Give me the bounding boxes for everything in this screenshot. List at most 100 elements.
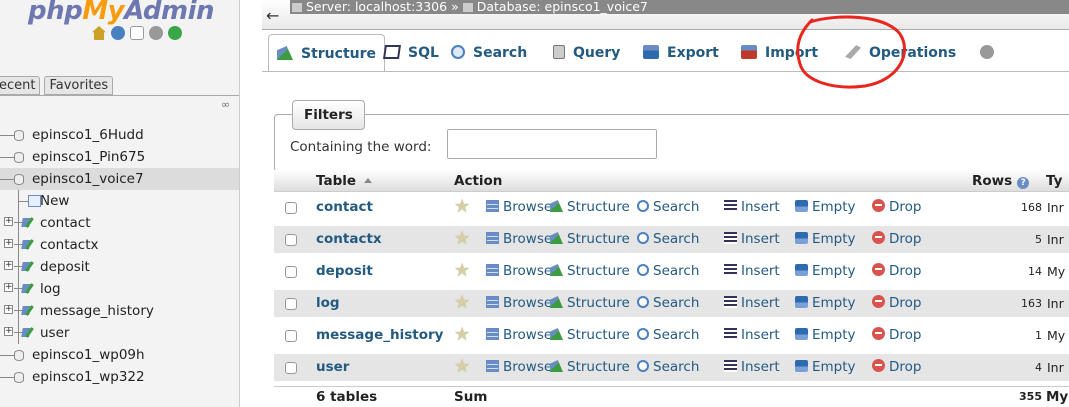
breadcrumb-database[interactable]: Database: epinsco1_voice7 (477, 0, 648, 14)
action-empty[interactable]: Empty (795, 194, 856, 221)
table-name-link[interactable]: deposit (316, 258, 373, 285)
action-empty[interactable]: Empty (795, 322, 856, 349)
action-search[interactable]: Search (637, 290, 699, 317)
action-insert[interactable]: Insert (724, 258, 780, 285)
info-icon[interactable] (111, 26, 125, 40)
action-insert[interactable]: Insert (724, 194, 780, 221)
tab-recent[interactable]: ecent (0, 76, 41, 95)
action-structure[interactable]: Structure (550, 290, 630, 317)
insert-icon (724, 328, 737, 340)
tab-import[interactable]: Import (741, 34, 818, 72)
action-empty[interactable]: Empty (795, 290, 856, 317)
table-name-link[interactable]: message_history (316, 322, 443, 349)
db-item[interactable]: epinsco1_voice7 (0, 168, 239, 190)
tab-search[interactable]: Search (451, 34, 527, 72)
action-browse[interactable]: Browse (486, 226, 552, 253)
action-search[interactable]: Search (637, 258, 699, 285)
table-name-link[interactable]: log (316, 290, 340, 317)
db-item[interactable]: epinsco1_wp322 (0, 366, 239, 388)
row-checkbox[interactable] (285, 202, 297, 214)
action-insert[interactable]: Insert (724, 322, 780, 349)
action-drop[interactable]: Drop (872, 258, 921, 285)
action-structure[interactable]: Structure (550, 322, 630, 349)
settings-icon[interactable] (149, 26, 163, 40)
db-item[interactable]: epinsco1_wp09h (0, 344, 239, 366)
action-insert[interactable]: Insert (724, 354, 780, 381)
action-browse[interactable]: Browse (486, 290, 552, 317)
filter-label: Containing the word: (290, 139, 432, 155)
action-browse[interactable]: Browse (486, 354, 552, 381)
action-structure[interactable]: Structure (550, 226, 630, 253)
action-empty[interactable]: Empty (795, 226, 856, 253)
action-structure[interactable]: Structure (550, 194, 630, 221)
tab-query[interactable]: Query (553, 34, 620, 72)
table-item[interactable]: + log (0, 278, 239, 300)
row-checkbox[interactable] (285, 298, 297, 310)
action-empty[interactable]: Empty (795, 258, 856, 285)
action-drop[interactable]: Drop (872, 322, 921, 349)
favorite-star-icon[interactable]: ★ (454, 198, 470, 216)
expand-icon[interactable]: + (4, 239, 13, 248)
action-empty[interactable]: Empty (795, 354, 856, 381)
home-icon[interactable] (92, 26, 106, 40)
link-icon[interactable]: ∞ (221, 98, 230, 111)
action-drop[interactable]: Drop (872, 226, 921, 253)
row-checkbox[interactable] (285, 330, 297, 342)
reload-icon[interactable] (168, 26, 182, 40)
favorite-star-icon[interactable]: ★ (454, 230, 470, 248)
db-item[interactable]: epinsco1_Pin675 (0, 146, 239, 168)
tab-favorites[interactable]: Favorites (44, 76, 114, 95)
table-name-link[interactable]: contact (316, 194, 373, 221)
favorite-star-icon[interactable]: ★ (454, 358, 470, 376)
action-drop[interactable]: Drop (872, 290, 921, 317)
action-drop[interactable]: Drop (872, 354, 921, 381)
action-insert[interactable]: Insert (724, 226, 780, 253)
tab-more[interactable] (980, 34, 1002, 72)
action-structure[interactable]: Structure (550, 354, 630, 381)
action-search[interactable]: Search (637, 322, 699, 349)
action-browse[interactable]: Browse (486, 322, 552, 349)
action-structure[interactable]: Structure (550, 258, 630, 285)
table-name-link[interactable]: user (316, 354, 349, 381)
favorite-star-icon[interactable]: ★ (454, 326, 470, 344)
tab-structure[interactable]: Structure (268, 34, 386, 72)
table-item-label: user (40, 325, 70, 341)
table-name-link[interactable]: contactx (316, 226, 382, 253)
header-table[interactable]: Table (316, 170, 373, 192)
table-item[interactable]: + deposit (0, 256, 239, 278)
row-checkbox[interactable] (285, 266, 297, 278)
action-insert[interactable]: Insert (724, 290, 780, 317)
divider (0, 95, 239, 96)
breadcrumb-server[interactable]: Server: localhost:3306 (306, 0, 447, 14)
help-icon[interactable]: ? (1017, 177, 1030, 189)
expand-icon[interactable]: + (4, 217, 13, 226)
favorite-star-icon[interactable]: ★ (454, 294, 470, 312)
tab-sql[interactable]: SQL (383, 34, 439, 72)
tab-export[interactable]: Export (643, 34, 719, 72)
expand-icon[interactable]: + (4, 305, 13, 314)
db-item[interactable]: epinsco1_6Hudd (0, 124, 239, 146)
expand-icon[interactable]: + (4, 261, 13, 270)
favorite-star-icon[interactable]: ★ (454, 262, 470, 280)
back-arrow-icon[interactable]: ← (266, 6, 279, 25)
table-item[interactable]: + contactx (0, 234, 239, 256)
table-item[interactable]: + message_history (0, 300, 239, 322)
action-browse[interactable]: Browse (486, 258, 552, 285)
filter-input[interactable] (447, 129, 657, 159)
table-item[interactable]: + user (0, 322, 239, 344)
action-browse[interactable]: Browse (486, 194, 552, 221)
action-search[interactable]: Search (637, 194, 699, 221)
action-search[interactable]: Search (637, 354, 699, 381)
action-search[interactable]: Search (637, 226, 699, 253)
expand-icon[interactable]: + (4, 283, 13, 292)
documentation-icon[interactable] (130, 26, 144, 40)
expand-icon[interactable]: + (4, 327, 13, 336)
new-table-item[interactable]: New (0, 190, 239, 212)
action-drop[interactable]: Drop (872, 194, 921, 221)
row-checkbox[interactable] (285, 362, 297, 374)
table-item[interactable]: + contact (0, 212, 239, 234)
structure-icon (550, 200, 563, 212)
phpmyadmin-logo[interactable]: phpMyAdmin (28, 0, 215, 26)
tab-operations[interactable]: Operations (845, 34, 956, 72)
row-checkbox[interactable] (285, 234, 297, 246)
